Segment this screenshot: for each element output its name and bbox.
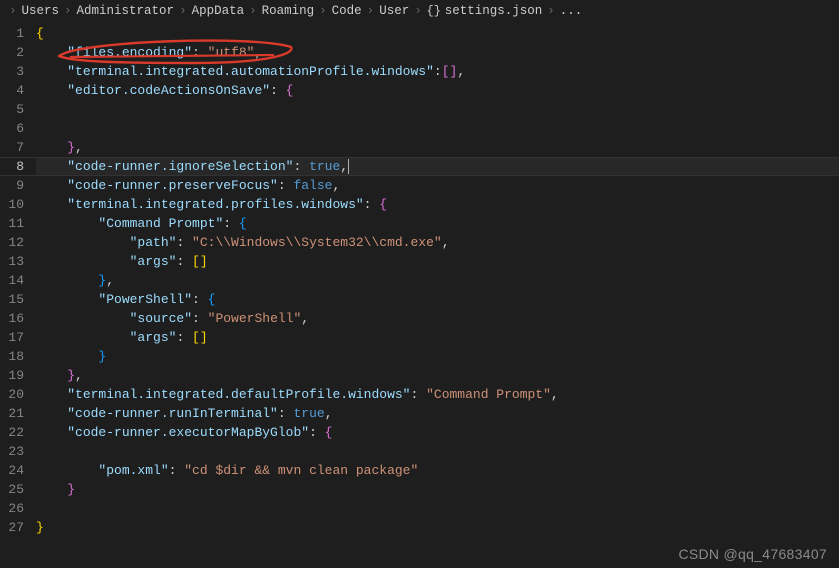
code-line[interactable]: "PowerShell": { (36, 290, 839, 309)
chevron-right-icon: › (249, 4, 257, 18)
line-number: 25 (0, 480, 24, 499)
code-line[interactable] (36, 442, 839, 461)
code-line[interactable] (36, 119, 839, 138)
code-line[interactable]: { (36, 24, 839, 43)
code-line[interactable] (36, 499, 839, 518)
braces-icon: {} (427, 4, 441, 18)
line-number: 17 (0, 328, 24, 347)
line-number: 15 (0, 290, 24, 309)
line-number: 9 (0, 176, 24, 195)
code-line[interactable]: }, (36, 138, 839, 157)
code-line[interactable]: "terminal.integrated.defaultProfile.wind… (36, 385, 839, 404)
code-line[interactable]: "pom.xml": "cd $dir && mvn clean package… (36, 461, 839, 480)
code-line[interactable]: "code-runner.preserveFocus": false, (36, 176, 839, 195)
line-number: 26 (0, 499, 24, 518)
line-number: 13 (0, 252, 24, 271)
breadcrumb-item[interactable]: Users (22, 4, 60, 18)
line-number: 1 (0, 24, 24, 43)
chevron-right-icon: › (319, 4, 327, 18)
line-number: 16 (0, 309, 24, 328)
code-line[interactable]: "args": [] (36, 252, 839, 271)
code-line[interactable]: } (36, 480, 839, 499)
line-number: 3 (0, 62, 24, 81)
breadcrumb-item[interactable]: User (379, 4, 409, 18)
code-line[interactable]: "code-runner.ignoreSelection": true, (36, 157, 839, 176)
code-line[interactable]: "terminal.integrated.automationProfile.w… (36, 62, 839, 81)
code-line[interactable]: "editor.codeActionsOnSave": { (36, 81, 839, 100)
code-area[interactable]: { "files.encoding": "utf8", "terminal.in… (36, 22, 839, 568)
code-line[interactable]: "source": "PowerShell", (36, 309, 839, 328)
chevron-right-icon: › (64, 4, 72, 18)
chevron-right-icon: › (9, 4, 17, 18)
code-line[interactable]: "Command Prompt": { (36, 214, 839, 233)
code-line[interactable]: "files.encoding": "utf8", (36, 43, 839, 62)
code-line[interactable]: } (36, 518, 839, 537)
code-line[interactable]: }, (36, 366, 839, 385)
line-number: 19 (0, 366, 24, 385)
line-number: 23 (0, 442, 24, 461)
line-number: 2 (0, 43, 24, 62)
line-number: 11 (0, 214, 24, 233)
code-editor[interactable]: 1234567891011121314151617181920212223242… (0, 22, 839, 568)
line-number: 14 (0, 271, 24, 290)
code-line[interactable]: } (36, 347, 839, 366)
code-line[interactable]: "terminal.integrated.profiles.windows": … (36, 195, 839, 214)
code-line[interactable]: "path": "C:\\Windows\\System32\\cmd.exe"… (36, 233, 839, 252)
line-number: 20 (0, 385, 24, 404)
line-number: 4 (0, 81, 24, 100)
line-number: 18 (0, 347, 24, 366)
line-number-gutter: 1234567891011121314151617181920212223242… (0, 22, 36, 568)
line-number: 10 (0, 195, 24, 214)
watermark: CSDN @qq_47683407 (678, 546, 827, 562)
line-number: 7 (0, 138, 24, 157)
breadcrumb-item[interactable]: Administrator (77, 4, 175, 18)
line-number: 24 (0, 461, 24, 480)
code-line[interactable]: "code-runner.runInTerminal": true, (36, 404, 839, 423)
breadcrumb-item[interactable]: Code (332, 4, 362, 18)
code-line[interactable]: "args": [] (36, 328, 839, 347)
text-cursor (348, 159, 349, 174)
line-number: 22 (0, 423, 24, 442)
chevron-right-icon: › (547, 4, 555, 18)
line-number: 8 (0, 157, 24, 176)
line-number: 5 (0, 100, 24, 119)
line-number: 6 (0, 119, 24, 138)
chevron-right-icon: › (367, 4, 375, 18)
line-number: 12 (0, 233, 24, 252)
code-line[interactable]: "code-runner.executorMapByGlob": { (36, 423, 839, 442)
line-number: 21 (0, 404, 24, 423)
breadcrumb-item[interactable]: ... (560, 4, 583, 18)
breadcrumb-item[interactable]: AppData (192, 4, 245, 18)
chevron-right-icon: › (179, 4, 187, 18)
breadcrumb[interactable]: › Users › Administrator › AppData › Roaming › Cod… (0, 0, 839, 22)
breadcrumb-item[interactable]: Roaming (262, 4, 315, 18)
breadcrumb-item[interactable]: settings.json (445, 4, 543, 18)
line-number: 27 (0, 518, 24, 537)
code-line[interactable]: }, (36, 271, 839, 290)
code-line[interactable] (36, 100, 839, 119)
chevron-right-icon: › (414, 4, 422, 18)
